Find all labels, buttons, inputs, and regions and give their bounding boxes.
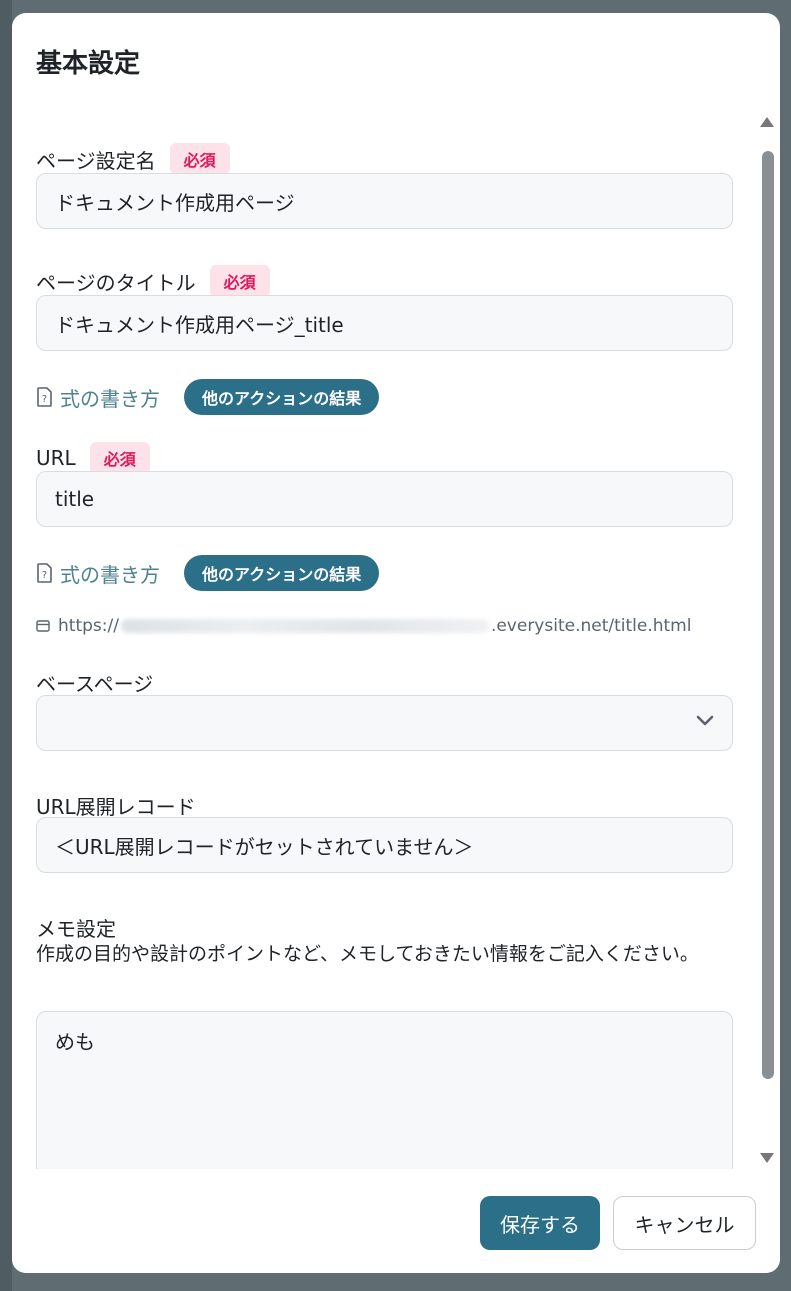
dialog-body[interactable]: ページ設定名 必須 ドキュメント作成用ページ ページのタイトル 必須 ドキュメン… [12,105,780,1169]
memo-label: メモ設定 [36,913,116,942]
scroll-up-arrow[interactable] [760,117,774,127]
formula-howto-text: 式の書き方 [60,562,160,587]
scroll-down-arrow[interactable] [760,1153,774,1163]
formula-howto-link[interactable]: ? 式の書き方 [36,559,160,588]
url-record-value: ＜URL展開レコードがセットされていません＞ [55,834,474,859]
url-value: title [55,487,95,511]
url-input[interactable]: title [36,471,733,527]
svg-text:?: ? [42,570,47,581]
redacted-domain [120,619,489,633]
page-title-label: ページのタイトル 必須 [36,265,270,297]
required-badge: 必須 [89,442,150,474]
save-button[interactable]: 保存する [480,1196,600,1250]
url-record-field[interactable]: ＜URL展開レコードがセットされていません＞ [36,817,733,873]
page-title-helpers: ? 式の書き方 他のアクションの結果 [36,379,380,415]
page-setting-name-input[interactable]: ドキュメント作成用ページ [36,173,733,229]
basic-settings-dialog: 基本設定 ページ設定名 必須 ドキュメント作成用ページ ページのタイトル 必須 … [12,13,780,1273]
formula-howto-link[interactable]: ? 式の書き方 [36,383,160,412]
base-page-label: ベースページ [36,668,153,697]
scrollbar-thumb[interactable] [762,151,774,1079]
base-page-label-text: ベースページ [36,672,154,696]
page-title-label-text: ページのタイトル [36,270,196,295]
browser-window-icon [36,620,50,632]
other-action-result-button[interactable]: 他のアクションの結果 [184,555,380,591]
page-title-input[interactable]: ドキュメント作成用ページ_title [36,295,733,351]
base-page-select[interactable] [36,695,733,751]
svg-text:?: ? [42,394,47,405]
memo-description: 作成の目的や設計のポイントなど、メモしておきたい情報をご記入ください。 [36,943,699,965]
other-action-result-button[interactable]: 他のアクションの結果 [184,379,380,415]
url-preview: https:// .everysite.net/title.html [36,616,691,636]
page-title-value: ドキュメント作成用ページ_title [55,312,344,337]
help-document-icon: ? [37,387,52,407]
cancel-button[interactable]: キャンセル [613,1196,756,1250]
memo-value: めも [55,1030,95,1054]
help-document-icon: ? [37,563,52,583]
dialog-footer: 保存する キャンセル [12,1169,780,1273]
url-label: URL 必須 [36,442,150,474]
page-setting-name-label-text: ページ設定名 [36,148,156,173]
url-preview-prefix: https:// [58,616,119,636]
page-setting-name-label: ページ設定名 必須 [36,143,230,175]
required-badge: 必須 [169,143,230,175]
url-label-text: URL [36,446,76,470]
dialog-title: 基本設定 [36,49,141,79]
url-record-label: URL展開レコード [36,791,196,820]
formula-howto-text: 式の書き方 [60,386,160,411]
page-setting-name-value: ドキュメント作成用ページ [55,190,295,215]
memo-textarea[interactable]: めも [36,1011,733,1169]
chevron-down-icon [696,715,714,726]
background-app [0,0,12,1291]
url-helpers: ? 式の書き方 他のアクションの結果 [36,555,380,591]
url-preview-suffix: .everysite.net/title.html [490,616,692,636]
memo-label-text: メモ設定 [36,917,116,941]
required-badge: 必須 [209,265,270,297]
url-record-label-text: URL展開レコード [36,795,196,819]
